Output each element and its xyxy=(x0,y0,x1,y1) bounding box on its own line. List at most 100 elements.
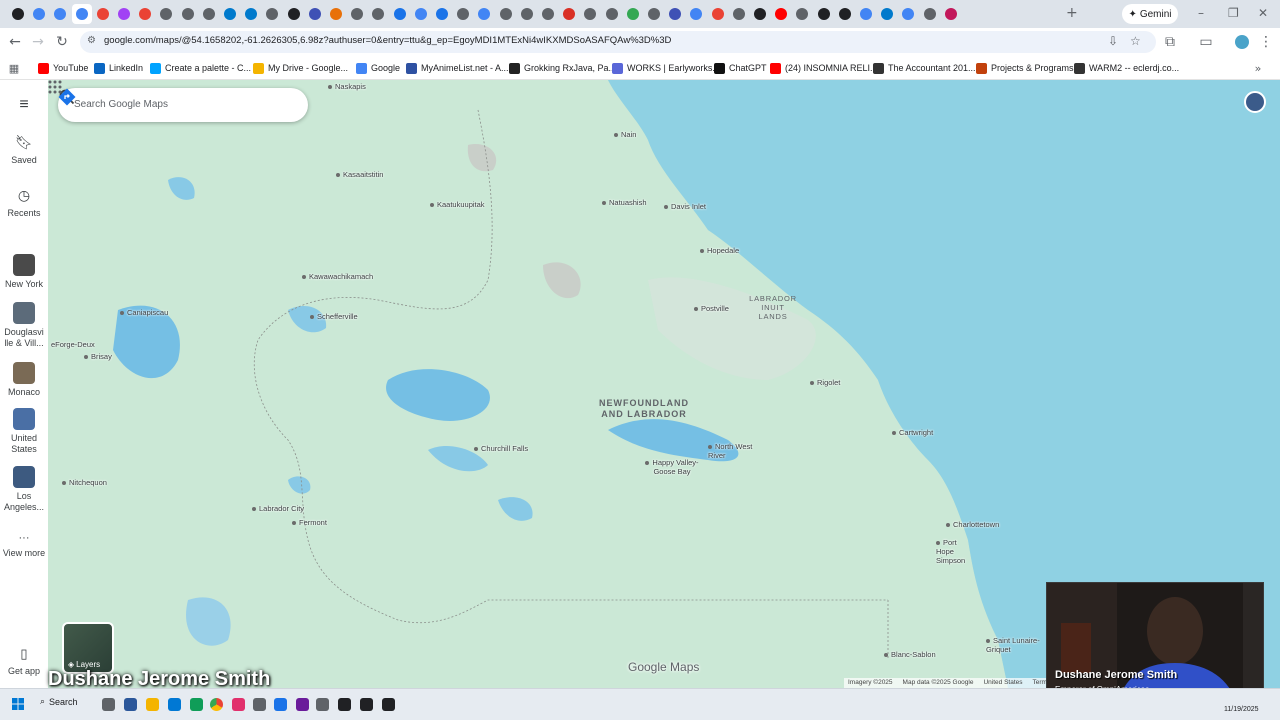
taskbar-app-icon[interactable] xyxy=(360,698,373,711)
profile-icon[interactable] xyxy=(1232,32,1252,52)
place-nain[interactable]: Nain xyxy=(614,130,636,139)
bookmark-item[interactable]: Google xyxy=(356,61,400,75)
browser-tab[interactable] xyxy=(326,4,346,24)
browser-tab[interactable] xyxy=(623,4,643,24)
taskbar-date[interactable]: 11/19/2025 xyxy=(1224,706,1259,713)
install-app-icon[interactable]: ⇩ xyxy=(1108,34,1118,48)
extensions-icon[interactable]: ⧉ xyxy=(1160,32,1180,52)
taskbar-app-icon[interactable] xyxy=(382,698,395,711)
place-naskapis[interactable]: Naskapis xyxy=(328,82,366,91)
recent-place-item[interactable]: United States xyxy=(0,408,48,455)
browser-tab[interactable] xyxy=(814,4,834,24)
taskbar-app-icon[interactable] xyxy=(338,698,351,711)
taskbar-search[interactable]: ⌕ Search xyxy=(40,696,78,707)
recent-place-item[interactable]: Douglasvi lle & Vill... xyxy=(0,302,48,349)
browser-tab[interactable] xyxy=(792,4,812,24)
browser-tab[interactable] xyxy=(347,4,367,24)
browser-tab[interactable] xyxy=(220,4,240,24)
place-kawawachikamach[interactable]: Kawawachikamach xyxy=(302,272,373,281)
place-caniapiscau[interactable]: Caniapiscau xyxy=(120,308,168,317)
browser-tab[interactable] xyxy=(114,4,134,24)
place-charlottetown[interactable]: Charlottetown xyxy=(946,520,999,529)
browser-tab[interactable] xyxy=(156,4,176,24)
place-labrador-city[interactable]: Labrador City xyxy=(252,504,304,513)
place-brisay[interactable]: Brisay xyxy=(84,352,112,361)
browser-tab[interactable] xyxy=(580,4,600,24)
place-north-west-river[interactable]: North West River xyxy=(708,442,758,460)
bookmark-item[interactable]: WARM2 -- eclerdj.co... xyxy=(1074,61,1179,75)
place-happy-valley-goose-bay[interactable]: Happy Valley-Goose Bay xyxy=(644,458,700,476)
browser-tab[interactable] xyxy=(29,4,49,24)
place-kasaaitstitin[interactable]: Kasaaitstitin xyxy=(336,170,383,179)
browser-tab[interactable] xyxy=(71,4,92,24)
browser-tab[interactable] xyxy=(920,4,940,24)
browser-tab[interactable] xyxy=(284,4,304,24)
recent-place-item[interactable]: New York xyxy=(0,254,48,290)
bookmark-item[interactable]: ChatGPT xyxy=(714,61,767,75)
saved-button[interactable]: 🔖︎ Saved xyxy=(0,134,48,166)
browser-tab[interactable] xyxy=(559,4,579,24)
bookmark-item[interactable]: (24) INSOMNIA RELI... xyxy=(770,61,878,75)
bookmark-item[interactable]: Projects & Programs xyxy=(976,61,1074,75)
browser-tab[interactable] xyxy=(941,4,961,24)
browser-tab[interactable] xyxy=(835,4,855,24)
browser-tab[interactable] xyxy=(750,4,770,24)
browser-tab[interactable] xyxy=(771,4,791,24)
menu-kebab-icon[interactable]: ⋮ xyxy=(1256,32,1276,52)
bookmark-item[interactable]: Create a palette - C... xyxy=(150,61,251,75)
taskbar-app-icon[interactable] xyxy=(296,698,309,711)
chrome-taskbar-icon[interactable] xyxy=(210,698,223,711)
bookmark-star-icon[interactable]: ☆ xyxy=(1130,34,1141,48)
browser-tab[interactable] xyxy=(877,4,897,24)
place-natuashish[interactable]: Natuashish xyxy=(602,198,647,207)
browser-tab[interactable] xyxy=(644,4,664,24)
site-info-icon[interactable]: ⚙ xyxy=(87,35,96,46)
view-more-button[interactable]: ··· View more xyxy=(0,532,48,559)
place-laforge-deux[interactable]: eForge-Deux xyxy=(48,340,95,349)
place-davis-inlet[interactable]: Davis Inlet xyxy=(664,202,706,211)
browser-tab[interactable] xyxy=(50,4,70,24)
taskbar-app-icon[interactable] xyxy=(232,698,245,711)
browser-tab[interactable] xyxy=(305,4,325,24)
browser-tab[interactable] xyxy=(708,4,728,24)
browser-tab[interactable] xyxy=(178,4,198,24)
place-postville[interactable]: Postville xyxy=(694,304,729,313)
place-kaatukuupitak[interactable]: Kaatukuupitak xyxy=(430,200,485,209)
bookmark-item[interactable]: Grokking RxJava, Pa... xyxy=(509,61,616,75)
bookmark-item[interactable]: YouTube xyxy=(38,61,88,75)
browser-tab[interactable] xyxy=(390,4,410,24)
bookmark-item[interactable]: The Accountant 201... xyxy=(873,61,976,75)
sidepanel-icon[interactable]: ▭ xyxy=(1196,32,1216,52)
close-window-icon[interactable]: ✕ xyxy=(1258,6,1268,20)
place-fermont[interactable]: Fermont xyxy=(292,518,327,527)
browser-tab[interactable] xyxy=(241,4,261,24)
browser-tab[interactable] xyxy=(432,4,452,24)
taskbar-app-icon[interactable] xyxy=(316,698,329,711)
google-apps-icon[interactable] xyxy=(48,80,62,94)
browser-tab[interactable] xyxy=(368,4,388,24)
bookmark-item[interactable]: MyAnimeList.net - A... xyxy=(406,61,509,75)
browser-tab[interactable] xyxy=(538,4,558,24)
browser-tab[interactable] xyxy=(517,4,537,24)
url-text[interactable]: google.com/maps/@54.1658202,-61.2626305,… xyxy=(104,35,671,46)
browser-tab[interactable] xyxy=(8,4,28,24)
search-box[interactable]: Search Google Maps xyxy=(58,88,308,122)
taskbar-app-icon[interactable] xyxy=(124,698,137,711)
browser-tab[interactable] xyxy=(856,4,876,24)
taskbar-app-icon[interactable] xyxy=(102,698,115,711)
taskbar-app-icon[interactable] xyxy=(168,698,181,711)
browser-tab[interactable] xyxy=(453,4,473,24)
hamburger-menu-icon[interactable]: ≡ xyxy=(0,96,48,114)
layers-button[interactable]: ◈ Layers xyxy=(62,622,114,674)
bookmark-item[interactable]: WORKS | Earlyworks... xyxy=(612,61,720,75)
forward-icon[interactable]: → xyxy=(28,32,48,52)
place-cartwright[interactable]: Cartwright xyxy=(892,428,933,437)
region-credit[interactable]: United States xyxy=(983,679,1022,687)
get-app-button[interactable]: ▯ Get app xyxy=(0,646,48,677)
browser-tab[interactable] xyxy=(262,4,282,24)
browser-tab[interactable] xyxy=(93,4,113,24)
browser-tab[interactable] xyxy=(898,4,918,24)
browser-tab[interactable] xyxy=(665,4,685,24)
apps-grid-icon[interactable]: ▦ xyxy=(4,58,24,78)
browser-tab[interactable] xyxy=(199,4,219,24)
